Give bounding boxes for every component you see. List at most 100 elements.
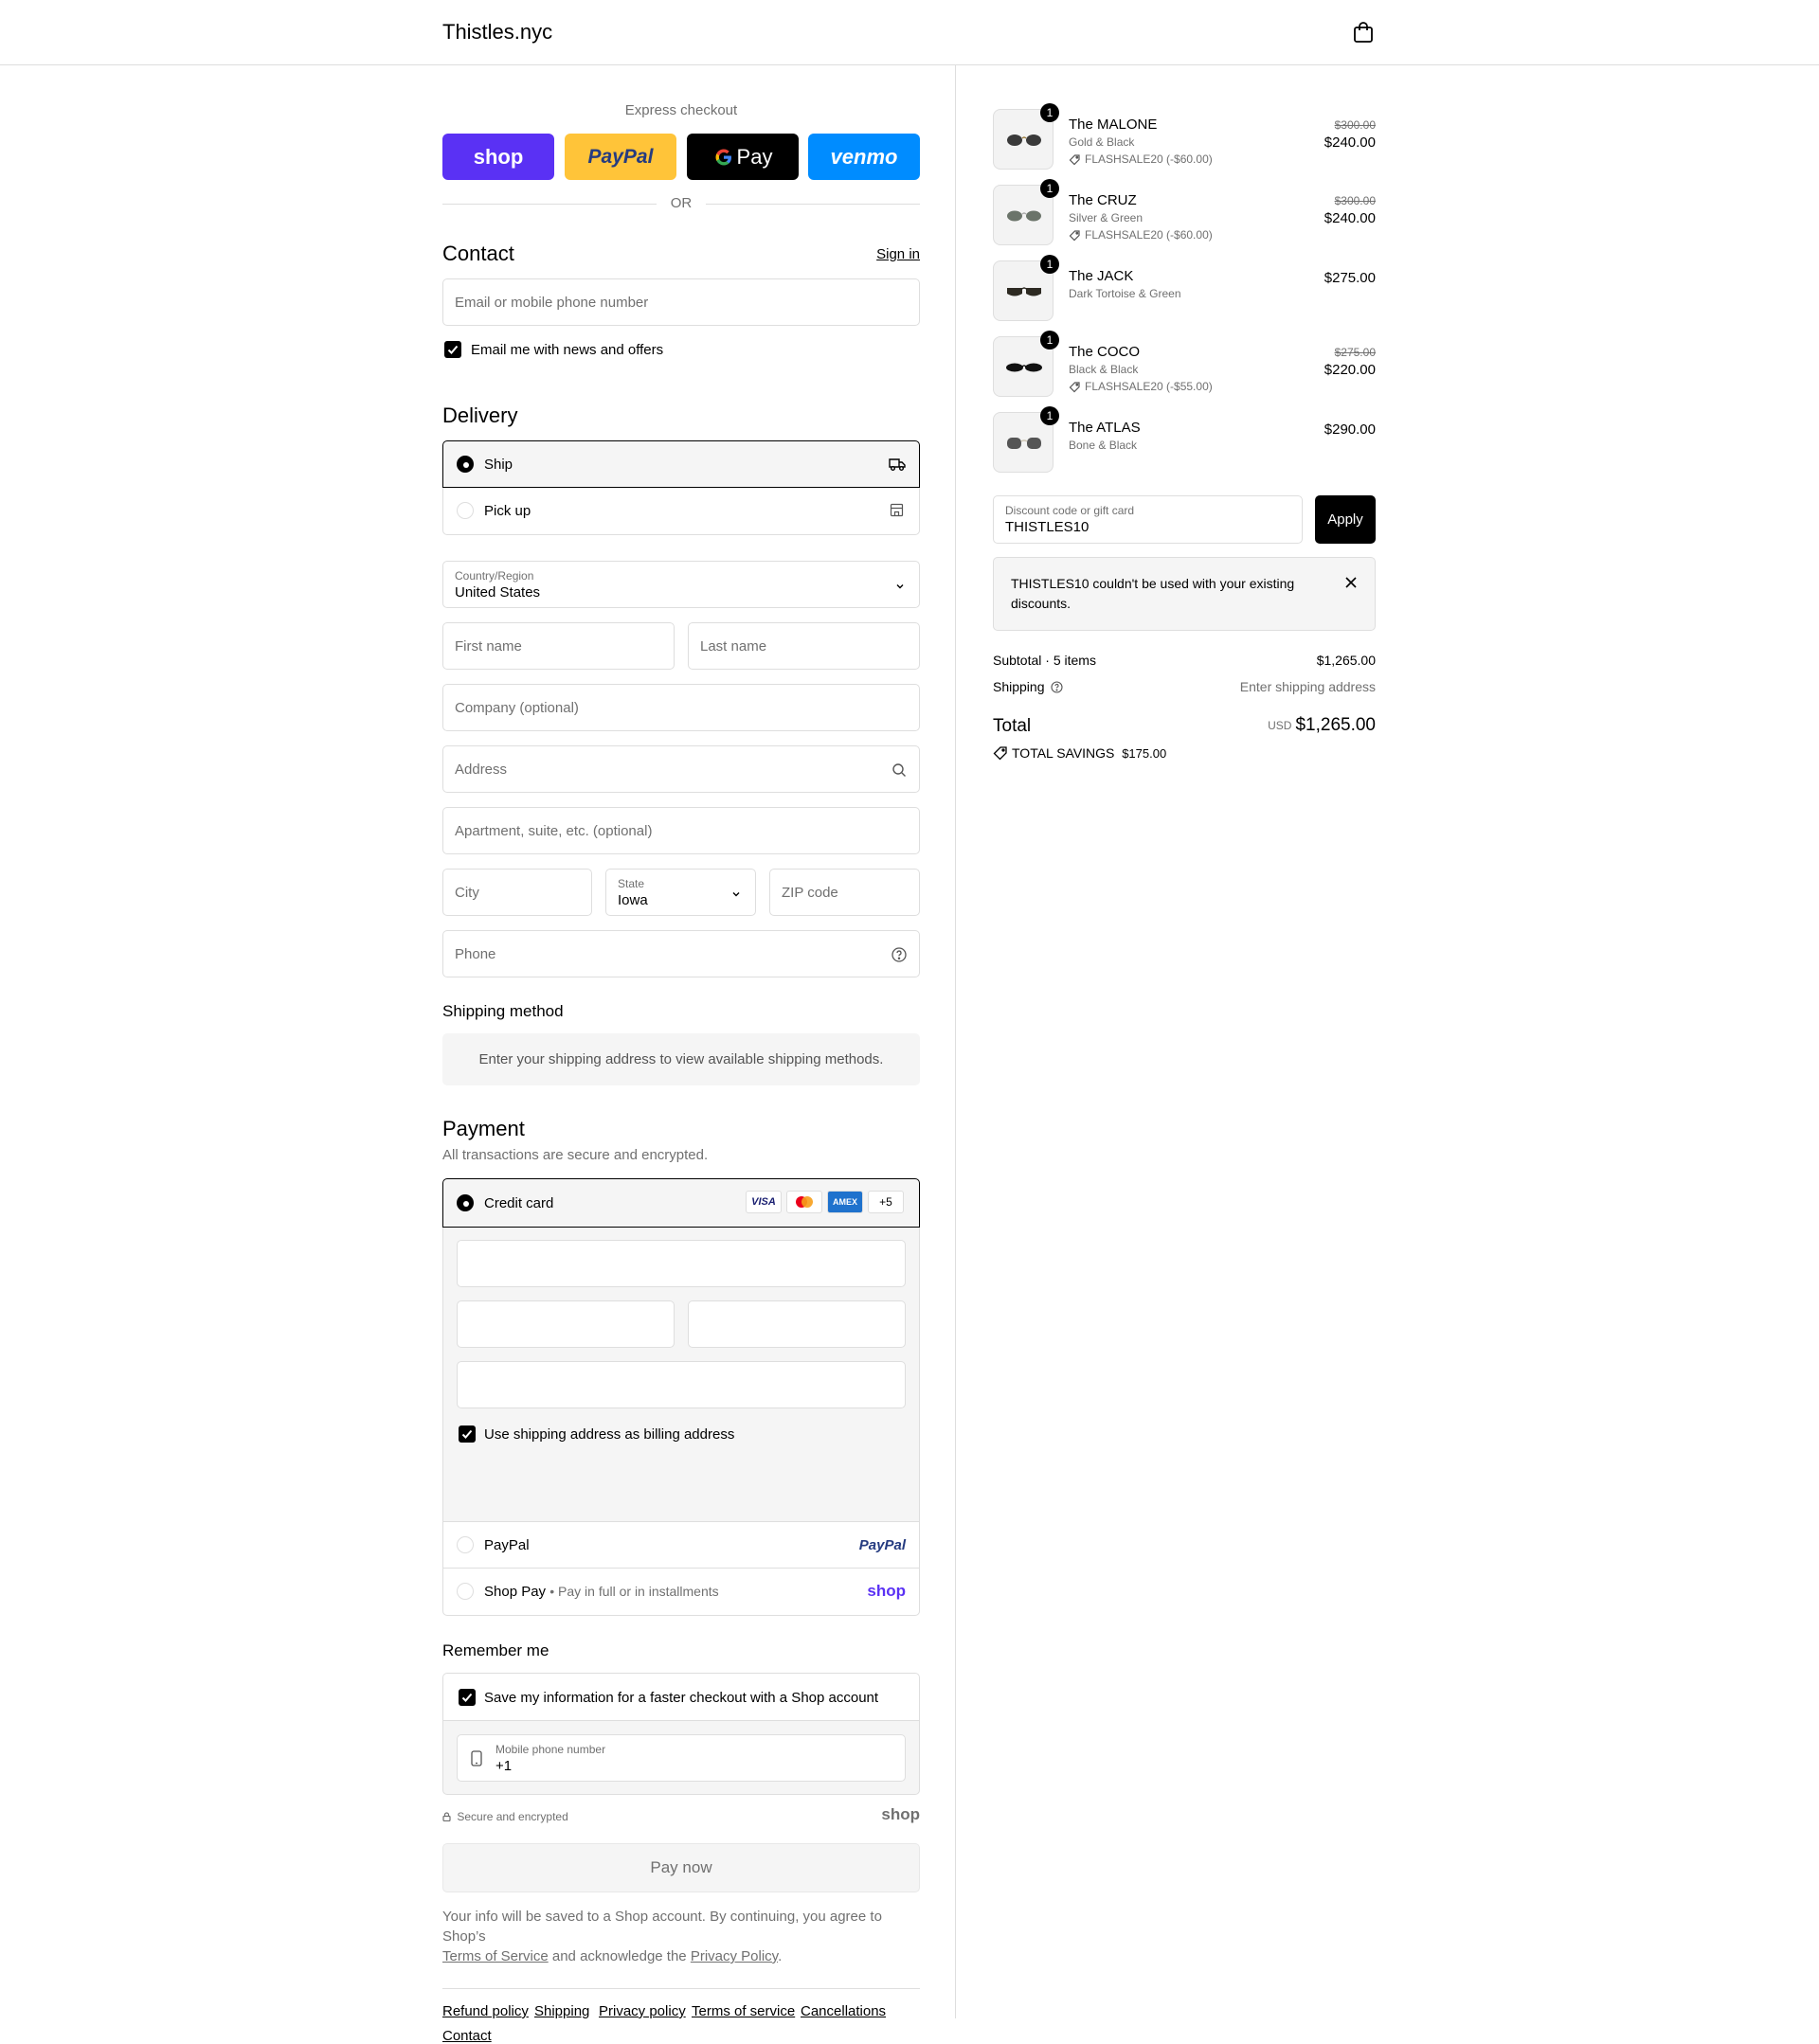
pickup-label: Pick up xyxy=(484,503,531,519)
state-label: State xyxy=(618,877,645,890)
ship-option[interactable]: Ship xyxy=(442,440,920,488)
chevron-down-icon xyxy=(896,584,904,589)
cancellations-link[interactable]: Cancellations xyxy=(801,2003,886,2019)
tag-icon xyxy=(1069,382,1080,393)
mobile-phone-field[interactable]: Mobile phone number +1 xyxy=(457,1734,906,1782)
pay-now-button[interactable]: Pay now xyxy=(442,1843,920,1892)
last-name-field[interactable]: Last name xyxy=(688,622,920,670)
shop-pay-label: Shop Pay • Pay in full or in installment… xyxy=(484,1584,719,1600)
original-price: $300.00 xyxy=(1334,194,1376,207)
subtotal-value: $1,265.00 xyxy=(1316,653,1376,668)
product-discount: FLASHSALE20 (-$55.00) xyxy=(1069,380,1213,393)
card-expiry-field[interactable] xyxy=(457,1300,675,1348)
shop-logo: shop xyxy=(881,1805,920,1823)
shop-logo: shop xyxy=(867,1582,906,1600)
shipping-method-title: Shipping method xyxy=(442,1002,564,1020)
state-value: Iowa xyxy=(618,892,648,908)
card-cvv-field[interactable] xyxy=(688,1300,906,1348)
apply-button[interactable]: Apply xyxy=(1315,495,1376,544)
zip-field[interactable]: ZIP code xyxy=(769,869,920,916)
last-name-placeholder: Last name xyxy=(700,638,767,654)
lock-icon xyxy=(442,1812,451,1822)
first-name-field[interactable]: First name xyxy=(442,622,675,670)
legal-text-end: . xyxy=(778,1948,783,1964)
city-placeholder: City xyxy=(455,885,479,901)
bag-icon[interactable] xyxy=(1353,21,1374,44)
company-field[interactable]: Company (optional) xyxy=(442,684,920,731)
save-info-checkbox[interactable] xyxy=(459,1689,476,1706)
terms-of-service-footer-link[interactable]: Terms of service xyxy=(692,2003,795,2019)
country-select[interactable]: Country/Region United States xyxy=(442,561,920,608)
close-icon[interactable] xyxy=(1344,576,1358,589)
credit-card-radio[interactable] xyxy=(457,1194,474,1211)
quantity-badge: 1 xyxy=(1040,103,1059,122)
paypal-option[interactable]: PayPal PayPal xyxy=(442,1521,920,1569)
shop-pay-button[interactable]: shop xyxy=(442,134,554,180)
mastercard-icon xyxy=(786,1191,822,1213)
venmo-button[interactable]: venmo xyxy=(808,134,920,180)
paypal-logo: PayPal xyxy=(587,145,654,168)
mobile-phone-label: Mobile phone number xyxy=(495,1743,606,1756)
help-circle-icon[interactable] xyxy=(891,946,908,963)
or-divider: OR xyxy=(442,194,920,213)
card-name-field[interactable] xyxy=(457,1361,906,1408)
pickup-option[interactable]: Pick up xyxy=(442,488,920,535)
product-price: $240.00 xyxy=(1324,134,1376,151)
credit-card-option[interactable]: Credit card VISA AMEX +5 xyxy=(442,1178,920,1228)
express-checkout-title: Express checkout xyxy=(624,102,738,118)
shipping-method-info: Enter your shipping address to view avai… xyxy=(442,1033,920,1085)
email-field[interactable]: Email or mobile phone number xyxy=(442,278,920,326)
privacy-policy-link[interactable]: Privacy Policy xyxy=(691,1948,778,1964)
country-label: Country/Region xyxy=(455,569,534,583)
line-item: 1 The JACK Dark Tortoise & Green $275.00 xyxy=(993,255,1376,327)
apartment-placeholder: Apartment, suite, etc. (optional) xyxy=(455,823,653,839)
card-number-field[interactable] xyxy=(457,1240,906,1287)
truck-icon xyxy=(889,458,906,471)
newsletter-checkbox[interactable] xyxy=(444,341,461,358)
product-variant: Black & Black xyxy=(1069,363,1139,376)
brand-logo[interactable]: Thistles.nyc xyxy=(442,20,552,45)
product-variant: Silver & Green xyxy=(1069,211,1144,224)
product-name: The ATLAS xyxy=(1069,420,1141,436)
apartment-field[interactable]: Apartment, suite, etc. (optional) xyxy=(442,807,920,854)
sunglasses-icon xyxy=(1007,287,1041,296)
shop-pay-option[interactable]: Shop Pay • Pay in full or in installment… xyxy=(442,1569,920,1616)
paypal-radio[interactable] xyxy=(457,1536,474,1553)
currency-code: USD xyxy=(1268,719,1292,732)
paypal-button[interactable]: PayPal xyxy=(565,134,676,180)
privacy-policy-footer-link[interactable]: Privacy policy xyxy=(599,2003,686,2019)
discount-code-value: THISTLES10 xyxy=(1005,519,1090,535)
contact-link[interactable]: Contact xyxy=(442,2028,492,2044)
column-divider xyxy=(955,65,956,2018)
discount-text: FLASHSALE20 (-$55.00) xyxy=(1085,380,1213,393)
state-select[interactable]: State Iowa xyxy=(605,869,756,916)
secure-note: Secure and encrypted xyxy=(442,1810,568,1823)
shipping-value: Enter shipping address xyxy=(1239,679,1376,694)
tag-icon xyxy=(1069,230,1080,242)
email-placeholder: Email or mobile phone number xyxy=(455,295,649,311)
google-pay-button[interactable]: Pay xyxy=(687,134,799,180)
shipping-link[interactable]: Shipping xyxy=(534,2003,589,2019)
mobile-phone-value: +1 xyxy=(495,1758,513,1774)
billing-checkbox[interactable] xyxy=(459,1425,476,1443)
tag-icon xyxy=(1069,154,1080,166)
phone-field[interactable]: Phone xyxy=(442,930,920,977)
address-field[interactable]: Address xyxy=(442,745,920,793)
save-info-option[interactable]: Save my information for a faster checkou… xyxy=(442,1673,920,1721)
product-price: $240.00 xyxy=(1324,210,1376,226)
discount-error-text: THISTLES10 couldn't be used with your ex… xyxy=(1011,576,1295,611)
city-field[interactable]: City xyxy=(442,869,592,916)
refund-policy-link[interactable]: Refund policy xyxy=(442,2003,529,2019)
ship-radio[interactable] xyxy=(457,456,474,473)
discount-code-field[interactable]: Discount code or gift card THISTLES10 xyxy=(993,495,1303,544)
product-price: $275.00 xyxy=(1324,270,1376,286)
shop-pay-radio[interactable] xyxy=(457,1583,474,1600)
pickup-radio[interactable] xyxy=(457,502,474,519)
checkmark-icon xyxy=(461,1429,473,1439)
original-price: $275.00 xyxy=(1334,346,1376,359)
shipping-label-text: Shipping xyxy=(993,679,1045,694)
help-circle-icon[interactable] xyxy=(1051,681,1063,693)
sign-in-link[interactable]: Sign in xyxy=(876,246,920,262)
product-name: The CRUZ xyxy=(1069,192,1137,208)
terms-of-service-link[interactable]: Terms of Service xyxy=(442,1948,549,1964)
